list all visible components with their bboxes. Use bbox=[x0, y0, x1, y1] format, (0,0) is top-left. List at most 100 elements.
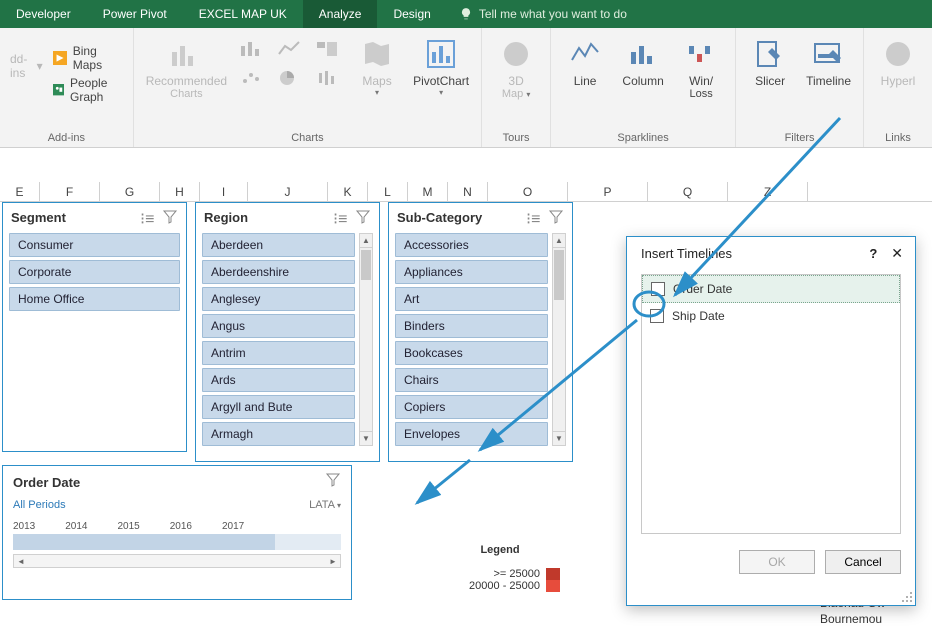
slicer-button[interactable]: Slicer bbox=[746, 34, 794, 92]
checkbox-icon[interactable] bbox=[651, 282, 665, 296]
col-Z[interactable]: Z bbox=[728, 182, 808, 201]
multiselect-icon[interactable]: ⁝≡ bbox=[333, 209, 349, 225]
tab-design[interactable]: Design bbox=[377, 0, 446, 28]
col-G[interactable]: G bbox=[100, 182, 160, 201]
scroll-thumb[interactable] bbox=[554, 250, 564, 300]
scroll-down-icon[interactable]: ▼ bbox=[360, 431, 372, 445]
3d-map-button[interactable]: 3D Map ▾ bbox=[492, 34, 540, 104]
slicer-subcategory[interactable]: Sub-Category ⁝≡ Accessories Appliances A… bbox=[388, 202, 573, 462]
chart-type-scatter-icon[interactable] bbox=[239, 69, 267, 92]
dialog-option-label: Order Date bbox=[673, 282, 732, 296]
tab-analyze[interactable]: Analyze bbox=[303, 0, 378, 28]
col-H[interactable]: H bbox=[160, 182, 200, 201]
ok-button[interactable]: OK bbox=[739, 550, 815, 574]
col-F[interactable]: F bbox=[40, 182, 100, 201]
maps-button[interactable]: Maps ▾ bbox=[353, 34, 401, 101]
timeline-button[interactable]: Timeline bbox=[804, 34, 853, 92]
slicer-segment[interactable]: Segment ⁝≡ Consumer Corporate Home Offic… bbox=[2, 202, 187, 452]
slicer-item[interactable]: Appliances bbox=[395, 260, 548, 284]
clear-filter-icon[interactable] bbox=[355, 209, 371, 225]
col-K[interactable]: K bbox=[328, 182, 368, 201]
scroll-down-icon[interactable]: ▼ bbox=[553, 431, 565, 445]
slicer-item[interactable]: Ards bbox=[202, 368, 355, 392]
chart-type-hierarchy-icon[interactable] bbox=[315, 40, 343, 63]
addins-dropdown[interactable]: dd-ins ▾ bbox=[10, 52, 43, 80]
scrollbar[interactable]: ▲ ▼ bbox=[552, 233, 566, 446]
slicer-item[interactable]: Antrim bbox=[202, 341, 355, 365]
col-P[interactable]: P bbox=[568, 182, 648, 201]
col-M[interactable]: M bbox=[408, 182, 448, 201]
slicer-item[interactable]: Envelopes bbox=[395, 422, 548, 446]
hyperlink-button[interactable]: Hyperl bbox=[874, 34, 922, 92]
scrollbar[interactable]: ▲ ▼ bbox=[359, 233, 373, 446]
checkbox-icon[interactable] bbox=[650, 309, 664, 323]
timeline-label: Timeline bbox=[806, 74, 851, 88]
timeline-granularity[interactable]: LATA▾ bbox=[309, 499, 341, 511]
group-label-filters: Filters bbox=[785, 130, 815, 145]
slicer-item[interactable]: Bookcases bbox=[395, 341, 548, 365]
tab-excelmapuk[interactable]: EXCEL MAP UK bbox=[183, 0, 303, 28]
col-N[interactable]: N bbox=[448, 182, 488, 201]
tab-developer[interactable]: Developer bbox=[0, 0, 87, 28]
slicer-item[interactable]: Binders bbox=[395, 314, 548, 338]
slicer-item[interactable]: Armagh bbox=[202, 422, 355, 446]
scroll-up-icon[interactable]: ▲ bbox=[360, 234, 372, 248]
col-L[interactable]: L bbox=[368, 182, 408, 201]
chart-type-stock-icon[interactable] bbox=[315, 69, 343, 92]
slicer-item[interactable]: Copiers bbox=[395, 395, 548, 419]
tab-powerpivot[interactable]: Power Pivot bbox=[87, 0, 183, 28]
slicer-item[interactable]: Angus bbox=[202, 314, 355, 338]
col-J[interactable]: J bbox=[248, 182, 328, 201]
slicer-item[interactable]: Art bbox=[395, 287, 548, 311]
bing-maps-button[interactable]: Bing Maps bbox=[53, 44, 123, 72]
dialog-option-order-date[interactable]: Order Date bbox=[642, 275, 900, 303]
clear-filter-icon[interactable] bbox=[162, 209, 178, 225]
scroll-left-icon[interactable]: ◄ bbox=[14, 557, 28, 566]
multiselect-icon[interactable]: ⁝≡ bbox=[526, 209, 542, 225]
chart-type-bar-icon[interactable] bbox=[239, 40, 267, 63]
multiselect-icon[interactable]: ⁝≡ bbox=[140, 209, 156, 225]
sparkline-column-button[interactable]: Column bbox=[619, 34, 667, 92]
dialog-close-button[interactable]: ✕ bbox=[891, 245, 903, 262]
chart-type-line-icon[interactable] bbox=[277, 40, 305, 63]
scroll-thumb[interactable] bbox=[361, 250, 371, 280]
clear-filter-icon[interactable] bbox=[325, 472, 341, 493]
year-label: 2015 bbox=[118, 521, 140, 532]
clear-filter-icon[interactable] bbox=[548, 209, 564, 225]
slicer-item-homeoffice[interactable]: Home Office bbox=[9, 287, 180, 311]
slicer-item[interactable]: Aberdeen bbox=[202, 233, 355, 257]
year-label: 2016 bbox=[170, 521, 192, 532]
timeline-scrollbar[interactable]: ◄ ► bbox=[13, 554, 341, 568]
resize-grip-icon[interactable] bbox=[901, 591, 913, 603]
slicer-item-consumer[interactable]: Consumer bbox=[9, 233, 180, 257]
slicer-item[interactable]: Chairs bbox=[395, 368, 548, 392]
col-I[interactable]: I bbox=[200, 182, 248, 201]
sparkline-line-button[interactable]: Line bbox=[561, 34, 609, 92]
dialog-help-button[interactable]: ? bbox=[869, 246, 877, 261]
scroll-up-icon[interactable]: ▲ bbox=[553, 234, 565, 248]
slicer-region[interactable]: Region ⁝≡ Aberdeen Aberdeenshire Anglese… bbox=[195, 202, 380, 462]
tell-me-box[interactable]: Tell me what you want to do bbox=[447, 0, 639, 28]
column-headers: E F G H I J K L M N O P Q Z bbox=[0, 182, 932, 202]
col-Q[interactable]: Q bbox=[648, 182, 728, 201]
pivotchart-button[interactable]: PivotChart ▾ bbox=[411, 34, 471, 101]
slicer-item[interactable]: Anglesey bbox=[202, 287, 355, 311]
people-graph-button[interactable]: People Graph bbox=[53, 76, 123, 104]
slicer-item-corporate[interactable]: Corporate bbox=[9, 260, 180, 284]
slicer-item[interactable]: Aberdeenshire bbox=[202, 260, 355, 284]
3d-map-label2: Map bbox=[502, 88, 523, 100]
sparkline-winloss-button[interactable]: Win/ Loss bbox=[677, 34, 725, 104]
col-O[interactable]: O bbox=[488, 182, 568, 201]
timeline-bar[interactable] bbox=[13, 534, 341, 550]
dialog-option-ship-date[interactable]: Ship Date bbox=[642, 303, 900, 329]
recommended-charts-button[interactable]: Recommended Charts bbox=[144, 34, 229, 104]
scroll-right-icon[interactable]: ► bbox=[326, 557, 340, 566]
slicer-item[interactable]: Accessories bbox=[395, 233, 548, 257]
group-links: Hyperl Links bbox=[864, 28, 932, 147]
slicer-item[interactable]: Argyll and Bute bbox=[202, 395, 355, 419]
recommended-charts-label1: Recommended bbox=[146, 74, 227, 88]
timeline-order-date[interactable]: Order Date All Periods LATA▾ 2013 2014 2… bbox=[2, 465, 352, 600]
cancel-button[interactable]: Cancel bbox=[825, 550, 901, 574]
chart-type-pie-icon[interactable] bbox=[277, 69, 305, 92]
col-E[interactable]: E bbox=[0, 182, 40, 201]
